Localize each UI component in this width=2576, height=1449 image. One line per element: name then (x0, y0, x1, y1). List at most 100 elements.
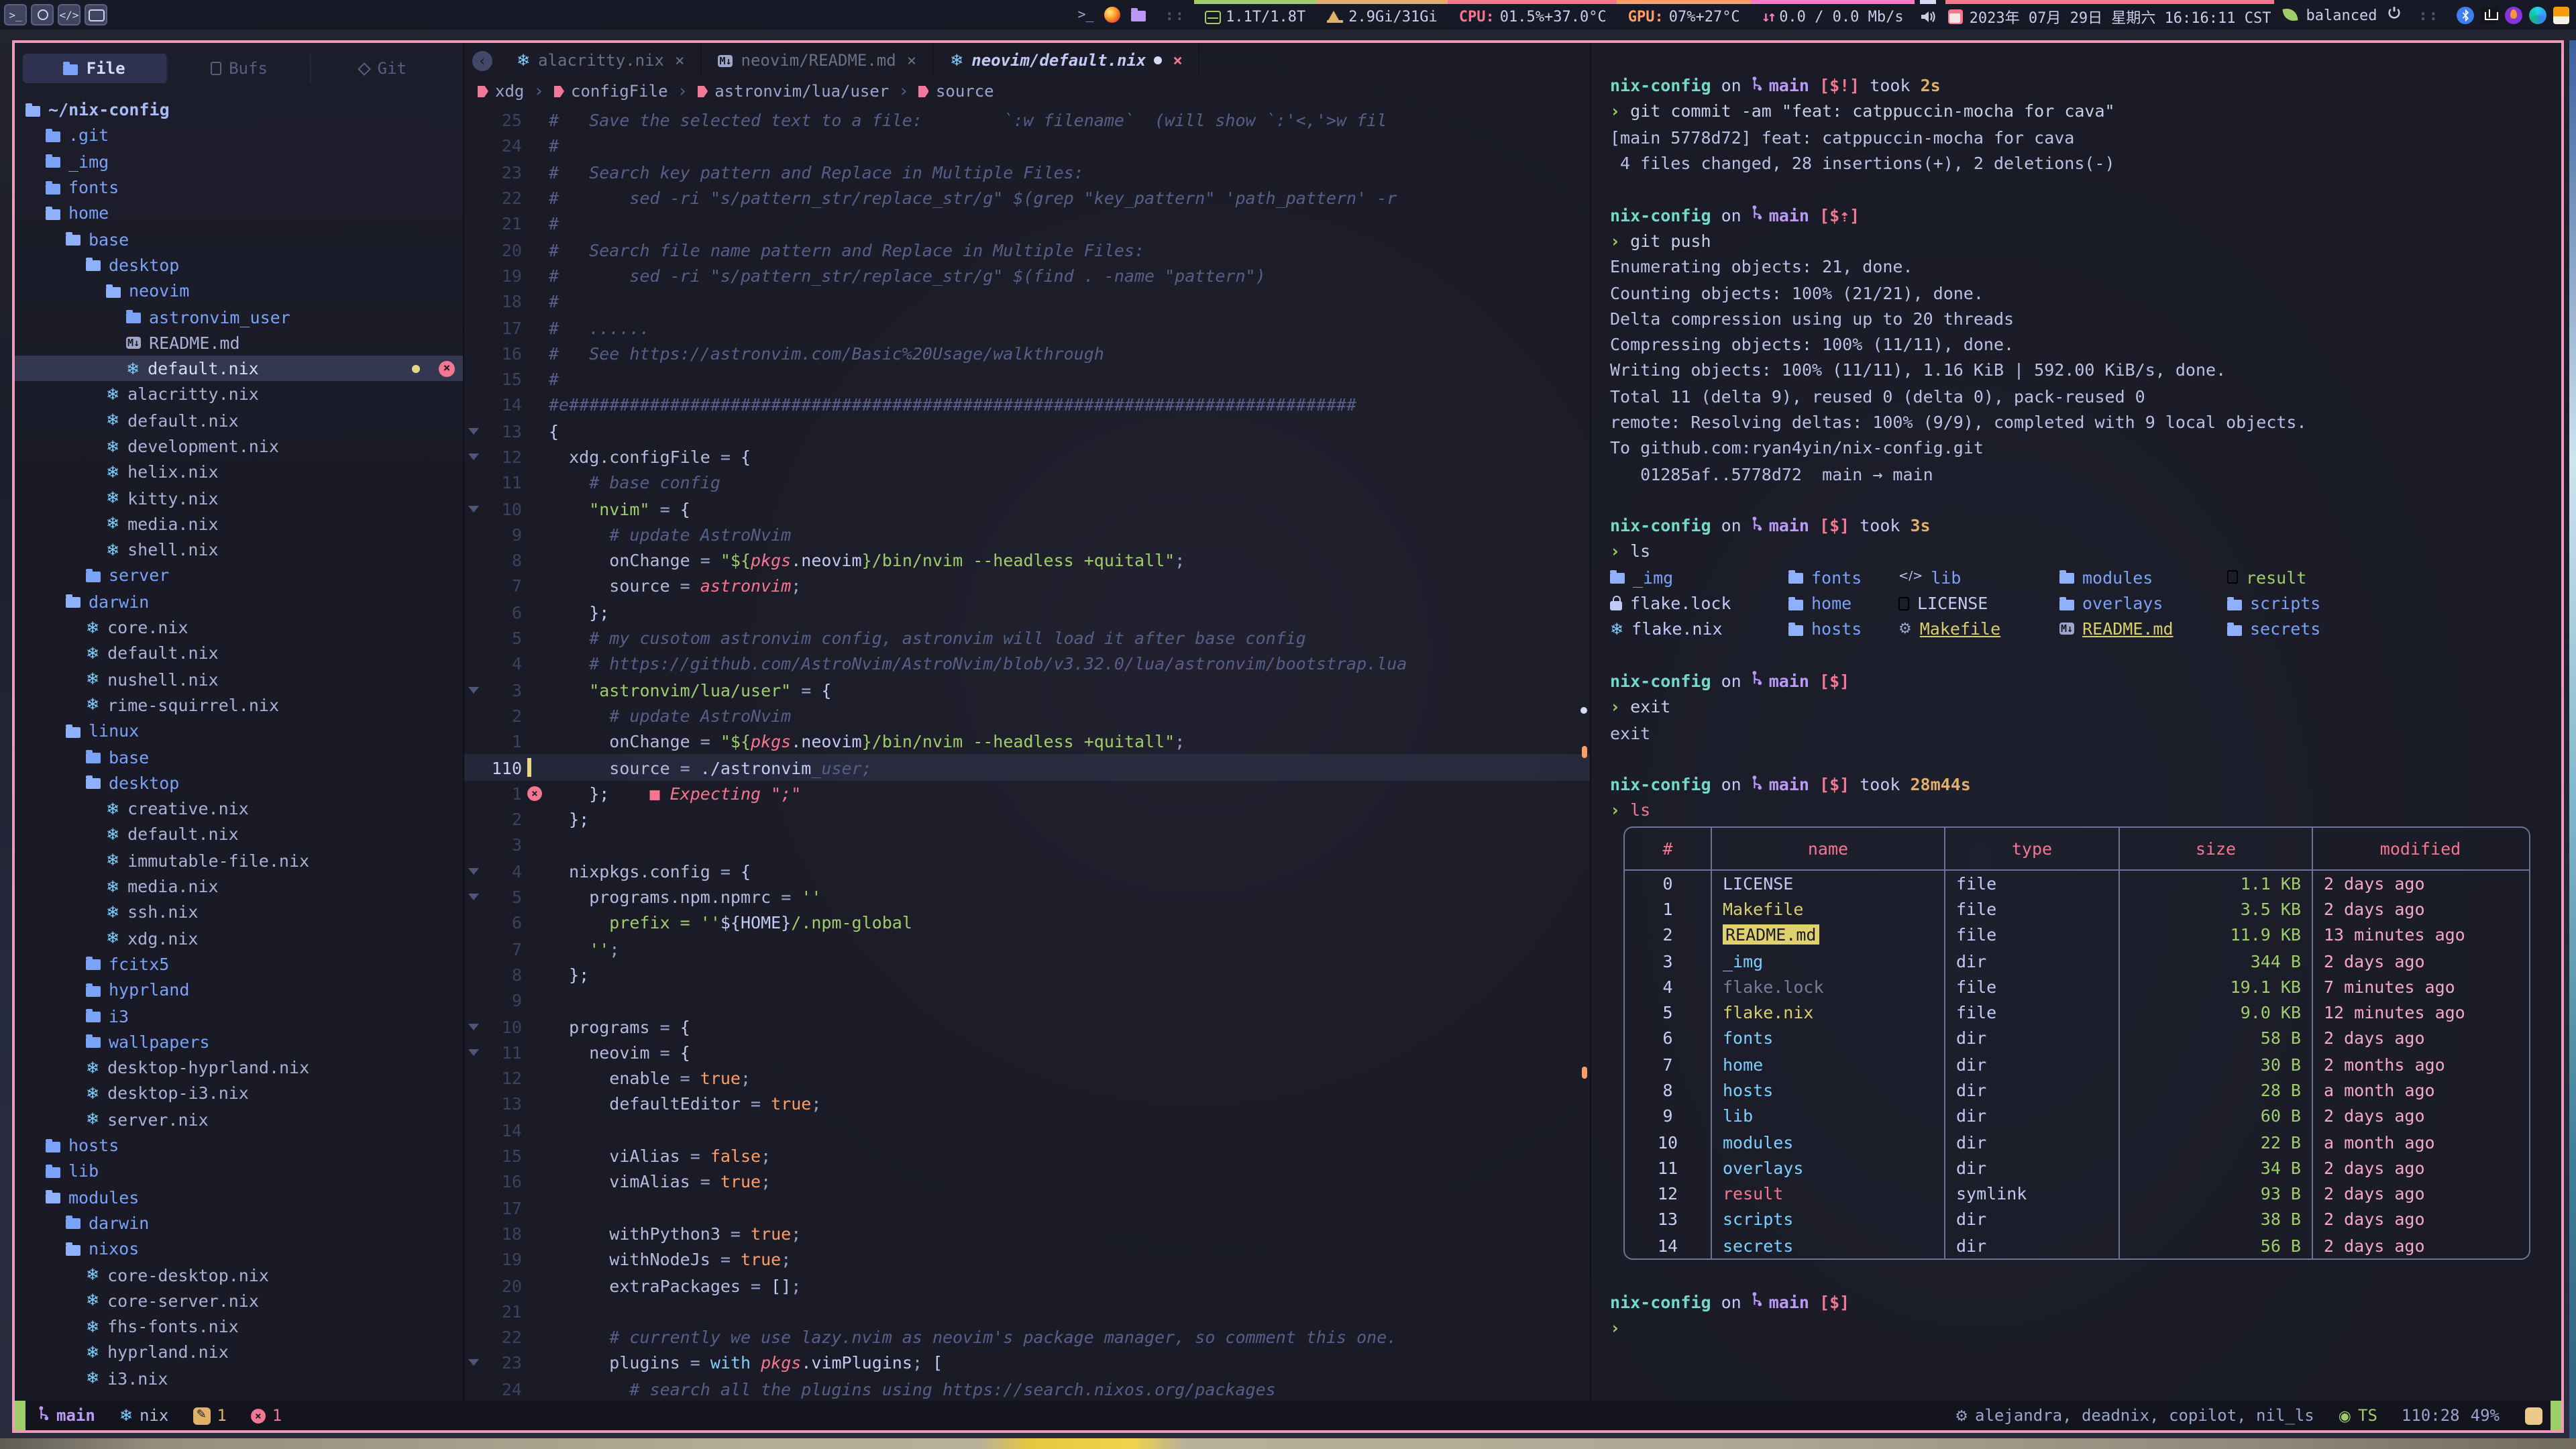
code-line[interactable]: 14#e####################################… (464, 392, 1590, 419)
code-line[interactable]: 15# (464, 366, 1590, 392)
code-line[interactable]: 22# sed -ri "s/pattern_str/replace_str/g… (464, 185, 1590, 211)
tree-item[interactable]: ❄kitty.nix (15, 485, 463, 511)
neotree-tab-git[interactable]: Git (312, 54, 455, 83)
neotree-tab-bufs[interactable]: Bufs (167, 54, 311, 83)
tree-item[interactable]: ❄default.nix× (15, 356, 463, 382)
power-icon[interactable] (2387, 5, 2402, 24)
code-line[interactable]: 17 (464, 1195, 1590, 1221)
close-tab-icon[interactable]: × (675, 51, 684, 70)
teal-app-tray-icon[interactable] (2529, 6, 2546, 23)
flame-tray-icon[interactable] (2505, 6, 2522, 23)
tree-item[interactable]: ❄i3.nix (15, 1365, 463, 1391)
tree-item[interactable]: astronvim_user (15, 304, 463, 330)
tree-item[interactable]: ❄default.nix (15, 407, 463, 433)
tree-item[interactable]: ❄media.nix (15, 511, 463, 537)
code-line[interactable]: 3 "astronvim/lua/user" = { (464, 677, 1590, 703)
code-line[interactable]: 16 vimAlias = true; (464, 1169, 1590, 1195)
tree-item[interactable]: darwin (15, 588, 463, 614)
code-line[interactable]: 7 ''; (464, 936, 1590, 962)
code-line[interactable]: 22 # currently we use lazy.nvim as neovi… (464, 1324, 1590, 1350)
code-line[interactable]: 23# Search key pattern and Replace in Mu… (464, 159, 1590, 185)
browser-launcher-icon[interactable] (31, 4, 54, 25)
terminal-launcher-icon[interactable]: >_ (4, 4, 27, 25)
code-line[interactable]: 15 viAlias = false; (464, 1143, 1590, 1169)
code-line[interactable]: 19# sed -ri "s/pattern_str/replace_str/g… (464, 263, 1590, 289)
code-line[interactable]: 10 programs = { (464, 1014, 1590, 1040)
breadcrumb-item[interactable]: xdg (478, 82, 524, 101)
code-line[interactable]: 10 "nvim" = { (464, 496, 1590, 522)
tree-item[interactable]: ❄nushell.nix (15, 666, 463, 692)
editor-tab[interactable]: M↓neovim/README.md× (702, 43, 934, 78)
tree-item[interactable]: modules (15, 1184, 463, 1210)
tree-item[interactable]: desktop (15, 252, 463, 278)
tree-item[interactable]: home (15, 200, 463, 226)
tree-item[interactable]: desktop (15, 769, 463, 796)
tree-item[interactable]: ~/nix-config (15, 97, 463, 123)
breadcrumb-item[interactable]: astronvim/lua/user (697, 82, 889, 101)
tree-item[interactable]: ❄rime-squirrel.nix (15, 692, 463, 718)
tree-item[interactable]: ❄media.nix (15, 873, 463, 900)
tree-item[interactable]: hosts (15, 1132, 463, 1159)
tree-item[interactable]: ❄desktop-i3.nix (15, 1081, 463, 1107)
tree-item[interactable]: fonts (15, 174, 463, 201)
tree-item[interactable]: lib (15, 1158, 463, 1184)
tree-item[interactable]: ❄helix.nix (15, 459, 463, 485)
terminal-pane[interactable]: nix-config on main [$!] took 2s› git com… (1591, 43, 2561, 1401)
code-line[interactable]: 6 prefix = ''${HOME}/.npm-global (464, 910, 1590, 936)
code-line[interactable]: 5 # my cusotom astronvim config, astronv… (464, 625, 1590, 651)
tree-item[interactable]: ❄server.nix (15, 1106, 463, 1132)
close-tab-icon[interactable]: × (907, 51, 916, 70)
tree-item[interactable]: i3 (15, 1003, 463, 1029)
code-line[interactable]: 4 nixpkgs.config = { (464, 858, 1590, 884)
tree-item[interactable]: .git (15, 123, 463, 149)
tab-scroll-left-icon[interactable]: ‹ (472, 50, 492, 70)
bluetooth-tray-icon[interactable] (2457, 6, 2474, 23)
close-file-icon[interactable]: × (439, 360, 455, 376)
tree-item[interactable]: server (15, 563, 463, 589)
tree-item[interactable]: wallpapers (15, 1028, 463, 1055)
tree-item[interactable]: ❄core-desktop.nix (15, 1262, 463, 1288)
code-line[interactable]: 9 # update AstroNvim (464, 522, 1590, 548)
tree-item[interactable]: fcitx5 (15, 951, 463, 977)
tree-item[interactable]: ❄fhs-fonts.nix (15, 1313, 463, 1340)
editor-tab[interactable]: ❄alacritty.nix× (500, 43, 702, 78)
code-line[interactable]: 1× }; ■ Expecting ";" (464, 780, 1590, 806)
editor-tab[interactable]: ❄neovim/default.nix× (934, 43, 1200, 78)
code-line[interactable]: 25# Save the selected text to a file: `:… (464, 107, 1590, 133)
code-line[interactable]: 13{ (464, 418, 1590, 444)
tree-item[interactable]: ❄core.nix (15, 614, 463, 641)
tree-item[interactable]: nixos (15, 1236, 463, 1262)
code-line[interactable]: 2 }; (464, 806, 1590, 833)
code-line[interactable]: 21 (464, 1298, 1590, 1324)
tree-item[interactable]: ❄alacritty.nix (15, 382, 463, 408)
tree-item[interactable]: ❄development.nix (15, 433, 463, 460)
folder-purple-icon[interactable] (1132, 11, 1146, 21)
tree-item[interactable]: base (15, 226, 463, 252)
tree-item[interactable]: ❄immutable-file.nix (15, 847, 463, 873)
firefox-icon[interactable] (1105, 7, 1121, 23)
code-line[interactable]: 4 # https://github.com/AstroNvim/AstroNv… (464, 651, 1590, 677)
code-line[interactable]: 1 onChange = "${pkgs.neovim}/bin/nvim --… (464, 729, 1590, 755)
code-line[interactable]: 9 (464, 987, 1590, 1014)
code-line[interactable]: 18 withPython3 = true; (464, 1221, 1590, 1247)
code-line[interactable]: 11 neovim = { (464, 1039, 1590, 1065)
volume-icon[interactable] (1920, 0, 1936, 30)
tree-item[interactable]: ❄desktop-hyprland.nix (15, 1055, 463, 1081)
tree-item[interactable]: ❄core-server.nix (15, 1287, 463, 1313)
tree-item[interactable]: hyprland (15, 977, 463, 1003)
code-line[interactable]: 110 source = ./astronvim_user; (464, 755, 1590, 781)
code-line[interactable]: 12 xdg.configFile = { (464, 444, 1590, 470)
tree-item[interactable]: ❄shell.nix (15, 537, 463, 563)
neotree-tab-file[interactable]: File (23, 54, 167, 83)
breadcrumb-item[interactable]: source (918, 82, 994, 101)
tree-item[interactable]: base (15, 744, 463, 770)
code-line[interactable]: 17# ...... (464, 315, 1590, 341)
power-profile[interactable]: balanced (2306, 6, 2377, 23)
tree-item[interactable]: ❄xdg.nix (15, 925, 463, 951)
code-line[interactable]: 7 source = astronvim; (464, 574, 1590, 600)
code-line[interactable]: 20# Search file name pattern and Replace… (464, 237, 1590, 263)
tree-item[interactable]: linux (15, 718, 463, 744)
code-line[interactable]: 6 }; (464, 599, 1590, 625)
code-line[interactable]: 8 onChange = "${pkgs.neovim}/bin/nvim --… (464, 547, 1590, 574)
code-line[interactable]: 13 defaultEditor = true; (464, 1091, 1590, 1118)
